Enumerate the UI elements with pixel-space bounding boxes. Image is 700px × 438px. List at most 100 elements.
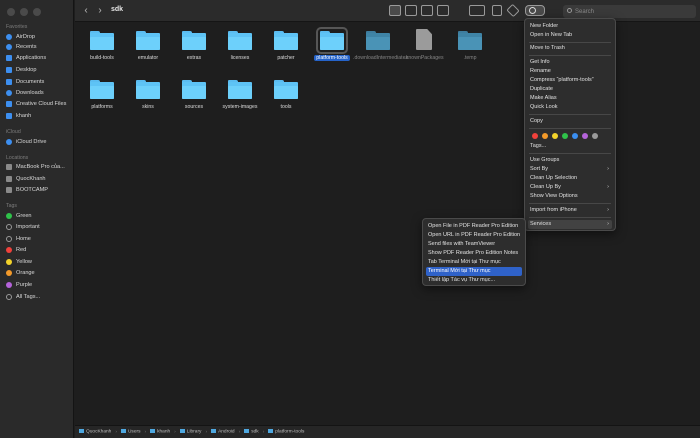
path-segment[interactable]: Library	[179, 429, 201, 435]
chevron-right-icon: ›	[205, 429, 208, 435]
sidebar-item-macbook[interactable]: MacBook Pro của...	[6, 162, 72, 172]
file-item-tools[interactable]: tools	[261, 80, 311, 110]
tag-red-dot[interactable]	[532, 133, 538, 139]
file-item-patcher[interactable]: patcher	[261, 31, 311, 61]
tag-yellow-dot[interactable]	[552, 133, 558, 139]
file-item-known-packages[interactable]: .knownPackages	[399, 29, 449, 61]
file-item-extras[interactable]: extras	[169, 31, 219, 61]
service-show-pdf-notes[interactable]: Show PDF Reader Pro Edition Notes	[426, 249, 522, 258]
service-open-url-pdf-reader[interactable]: Open URL in PDF Reader Pro Edition	[426, 231, 522, 240]
tag-blue-dot[interactable]	[572, 133, 578, 139]
group-button[interactable]	[469, 5, 485, 16]
file-item-platforms[interactable]: platforms	[77, 80, 127, 110]
file-item-temp[interactable]: .temp	[445, 31, 495, 61]
sidebar-tag-purple[interactable]: Purple	[6, 280, 72, 290]
menu-item-clean-up-by[interactable]: Clean Up By ›	[528, 183, 612, 192]
menu-item-sort-by[interactable]: Sort By ›	[528, 165, 612, 174]
chevron-right-icon: ›	[607, 184, 609, 190]
folder-icon	[274, 31, 298, 50]
disk-icon	[6, 176, 12, 182]
sidebar-tag-important[interactable]: Important	[6, 222, 72, 232]
sidebar-item-documents[interactable]: Documents	[6, 77, 72, 87]
chevron-right-icon: ›	[144, 429, 147, 435]
search-input[interactable]: Search	[563, 5, 696, 18]
menu-item-import-iphone[interactable]: Import from iPhone ›	[528, 206, 612, 215]
menu-item-services[interactable]: Services ›	[528, 220, 612, 229]
sidebar-item-airdrop[interactable]: AirDrop	[6, 32, 72, 42]
sidebar-item-creative-cloud[interactable]: Creative Cloud Files	[6, 99, 72, 109]
icon-view-button[interactable]	[389, 5, 401, 16]
home-icon	[6, 113, 12, 119]
menu-item-compress[interactable]: Compress “platform-tools”	[528, 76, 612, 85]
sidebar-tag-yellow[interactable]: Yellow	[6, 257, 72, 267]
sidebar-tag-orange[interactable]: Orange	[6, 268, 72, 278]
column-view-button[interactable]	[421, 5, 433, 16]
menu-item-move-to-trash[interactable]: Move to Trash	[528, 44, 612, 53]
file-item-build-tools[interactable]: build-tools	[77, 31, 127, 61]
service-new-terminal-tab-at-folder[interactable]: Tab Terminal Mới tại Thư mục	[426, 258, 522, 267]
tag-purple-dot[interactable]	[582, 133, 588, 139]
tag-orange-dot[interactable]	[542, 133, 548, 139]
share-icon[interactable]	[492, 5, 502, 16]
sidebar-item-downloads[interactable]: Downloads	[6, 88, 72, 98]
search-icon	[567, 8, 572, 13]
file-item-platform-tools[interactable]: platform-tools	[307, 27, 357, 61]
airdrop-icon	[6, 34, 12, 40]
sidebar-item-quockhanh[interactable]: QuocKhanh	[6, 174, 72, 184]
zoom-window-button[interactable]	[33, 8, 41, 16]
sidebar-item-desktop[interactable]: Desktop	[6, 65, 72, 75]
close-window-button[interactable]	[7, 8, 15, 16]
file-item-sources[interactable]: sources	[169, 80, 219, 110]
sidebar-item-recents[interactable]: Recents	[6, 42, 72, 52]
menu-item-get-info[interactable]: Get Info	[528, 58, 612, 67]
path-segment[interactable]: Android	[211, 429, 235, 435]
menu-item-use-groups[interactable]: Use Groups	[528, 156, 612, 165]
file-item-skins[interactable]: skins	[123, 80, 173, 110]
sidebar-tag-red[interactable]: Red	[6, 245, 72, 255]
applications-icon	[6, 55, 12, 61]
menu-item-rename[interactable]: Rename	[528, 67, 612, 76]
tag-green-dot[interactable]	[562, 133, 568, 139]
menu-item-clean-up-selection[interactable]: Clean Up Selection	[528, 174, 612, 183]
menu-separator	[529, 55, 611, 56]
menu-separator	[529, 114, 611, 115]
sidebar-item-icloud-drive[interactable]: iCloud Drive	[6, 137, 72, 147]
service-open-file-pdf-reader[interactable]: Open File in PDF Reader Pro Edition	[426, 222, 522, 231]
path-segment[interactable]: sdk	[244, 429, 259, 435]
sidebar-tag-all[interactable]: All Tags...	[6, 292, 72, 302]
sidebar-tag-home[interactable]: Home	[6, 234, 72, 244]
file-item-system-images[interactable]: system-images	[215, 80, 265, 110]
menu-item-copy[interactable]: Copy	[528, 117, 612, 126]
menu-item-show-view-options[interactable]: Show View Options	[528, 192, 612, 201]
menu-item-tags[interactable]: Tags...	[528, 142, 612, 151]
file-item-download-intermediates[interactable]: .downloadIntermediates	[353, 31, 408, 61]
menu-item-open-new-tab[interactable]: Open in New Tab	[528, 31, 612, 40]
path-segment[interactable]: Users	[120, 429, 140, 435]
path-segment[interactable]: QuocKhanh	[79, 429, 111, 435]
menu-item-new-folder[interactable]: New Folder	[528, 22, 612, 31]
ellipsis-circle-icon	[529, 7, 536, 14]
service-folder-actions-setup[interactable]: Thiết lập Tác vụ Thư mục...	[426, 276, 522, 285]
sidebar-item-applications[interactable]: Applications	[6, 53, 72, 63]
path-segment[interactable]: platform-tools	[268, 429, 304, 435]
gallery-view-button[interactable]	[437, 5, 449, 16]
menu-item-quick-look[interactable]: Quick Look	[528, 103, 612, 112]
file-item-emulator[interactable]: emulator	[123, 31, 173, 61]
menu-separator	[529, 153, 611, 154]
path-segment[interactable]: khanh	[150, 429, 170, 435]
sidebar-item-home[interactable]: khanh	[6, 111, 72, 121]
tag-gray-dot[interactable]	[592, 133, 598, 139]
service-new-terminal-at-folder[interactable]: Terminal Mới tại Thư mục	[426, 267, 522, 276]
menu-item-duplicate[interactable]: Duplicate	[528, 85, 612, 94]
minimize-window-button[interactable]	[20, 8, 28, 16]
list-view-button[interactable]	[405, 5, 417, 16]
action-menu-button[interactable]	[525, 5, 545, 16]
file-item-licenses[interactable]: licenses	[215, 31, 265, 61]
tag-icon[interactable]	[506, 3, 520, 18]
sidebar-item-bootcamp[interactable]: BOOTCAMP	[6, 185, 72, 195]
service-send-teamviewer[interactable]: Send files with TeamViewer	[426, 240, 522, 249]
forward-button[interactable]: ›	[95, 5, 105, 17]
back-button[interactable]: ‹	[81, 5, 91, 17]
sidebar-tag-green[interactable]: Green	[6, 211, 72, 221]
menu-item-make-alias[interactable]: Make Alias	[528, 94, 612, 103]
